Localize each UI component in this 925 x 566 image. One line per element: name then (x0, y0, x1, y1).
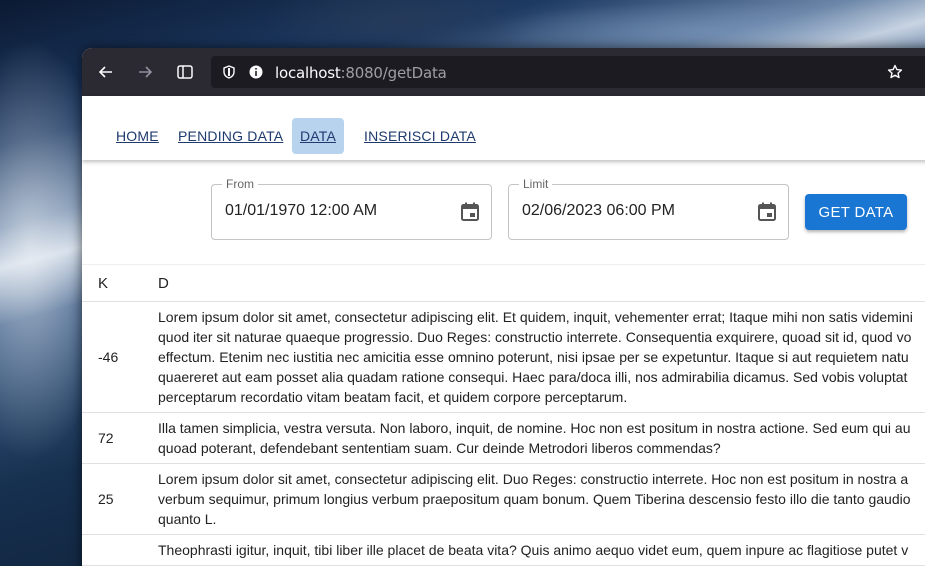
sidebar-icon (177, 65, 193, 79)
cell-d-line: Illa tamen simplicia, vestra versuta. No… (158, 420, 911, 436)
arrow-left-icon (98, 66, 112, 78)
calendar-icon[interactable] (756, 201, 778, 223)
from-value[interactable]: 01/01/1970 12:00 AM (225, 202, 377, 220)
nav-data[interactable]: DATA (292, 118, 345, 154)
cell-d-line: Theophrasti igitur, inquit, tibi liber i… (158, 542, 909, 558)
url-text: localhost:8080/getData (275, 64, 447, 82)
cell-d-line: effectum. Etenim nec iustitia nec amicit… (158, 349, 909, 365)
sidebar-toggle-button[interactable] (173, 60, 197, 84)
cell-d-line: verbum sequimur, primum longius verbum p… (158, 491, 911, 507)
nav-inserisci-data[interactable]: INSERISCI DATA (356, 118, 484, 154)
table-row: Theophrasti igitur, inquit, tibi liber i… (82, 534, 925, 566)
column-header-k: K (82, 264, 142, 302)
browser-toolbar: localhost:8080/getData (82, 48, 925, 96)
shield-icon (223, 65, 235, 79)
cell-d: Lorem ipsum dolor sit amet, consectetur … (142, 301, 925, 413)
cell-k (82, 534, 142, 566)
top-nav: HOME PENDING DATA DATA INSERISCI DATA (82, 96, 925, 160)
table-row: 25 Lorem ipsum dolor sit amet, consectetu… (82, 463, 925, 535)
url-path: :8080/getData (340, 64, 447, 82)
cell-d-line: quanto L. (158, 511, 217, 527)
limit-value[interactable]: 02/06/2023 06:00 PM (522, 202, 675, 220)
cell-d: Lorem ipsum dolor sit amet, consectetur … (142, 463, 925, 535)
cell-d-line: Lorem ipsum dolor sit amet, consectetur … (158, 471, 909, 487)
column-header-d: D (142, 264, 925, 302)
arrow-right-icon (139, 66, 153, 78)
main-content: From 01/01/1970 12:00 AM Limit 02/06/202… (82, 160, 925, 566)
table-row: 72 Illa tamen simplicia, vestra versuta. … (82, 412, 925, 464)
url-bar[interactable]: localhost:8080/getData (211, 56, 925, 88)
cell-k: -46 (82, 301, 142, 413)
nav-home[interactable]: HOME (108, 118, 167, 154)
limit-label: Limit (519, 177, 553, 191)
cell-d: Theophrasti igitur, inquit, tibi liber i… (142, 534, 925, 566)
cell-d-line: perceptarum recordatio vitam beatam faci… (158, 389, 628, 405)
from-label: From (222, 177, 258, 191)
cell-d-line: quoad poterant, defendebant sententiam s… (158, 440, 721, 456)
cell-k: 72 (82, 412, 142, 464)
nav-pending-data[interactable]: PENDING DATA (170, 118, 291, 154)
info-icon[interactable] (249, 65, 263, 79)
data-table: K D -46 Lorem ipsum dolor sit amet, conse… (82, 264, 925, 566)
table-row: -46 Lorem ipsum dolor sit amet, consectet… (82, 301, 925, 413)
forward-button[interactable] (133, 60, 157, 84)
url-host: localhost (275, 64, 341, 82)
back-button[interactable] (94, 60, 118, 84)
get-data-button[interactable]: GET DATA (805, 194, 907, 230)
calendar-icon[interactable] (459, 201, 481, 223)
limit-date-field[interactable]: Limit 02/06/2023 06:00 PM (508, 177, 789, 240)
browser-window: localhost:8080/getData HOME PENDING DATA… (82, 48, 925, 566)
star-icon[interactable] (887, 64, 903, 80)
cell-d-line: quod iter sit naturae quaeque progressio… (158, 329, 912, 345)
cell-k: 25 (82, 463, 142, 535)
cell-d: Illa tamen simplicia, vestra versuta. No… (142, 412, 925, 464)
cell-d-line: quaereret aut eam posset alia quadam rat… (158, 369, 908, 385)
from-date-field[interactable]: From 01/01/1970 12:00 AM (211, 177, 492, 240)
cell-d-line: Lorem ipsum dolor sit amet, consectetur … (158, 309, 913, 325)
table-header-row: K D (82, 264, 925, 302)
table-body: -46 Lorem ipsum dolor sit amet, consectet… (82, 301, 925, 566)
